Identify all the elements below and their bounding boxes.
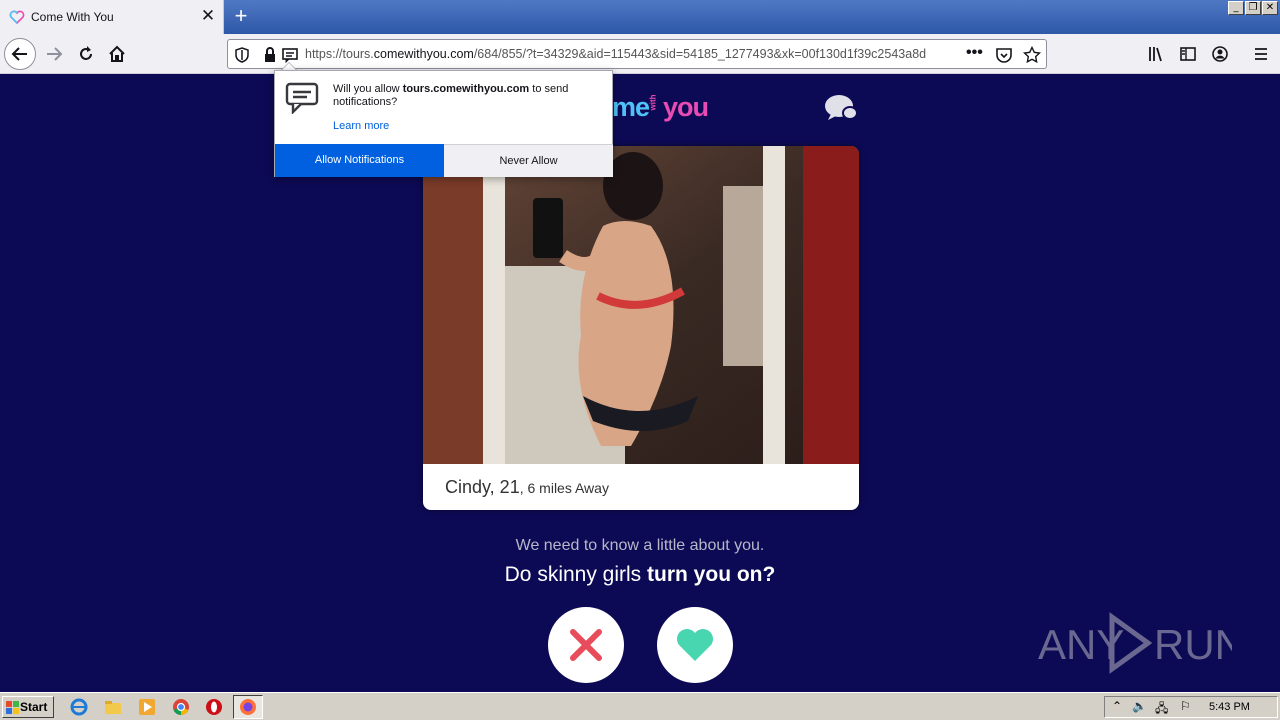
profile-photo [423, 146, 859, 464]
logo-with-text: with [648, 94, 658, 111]
page-actions-icon[interactable]: ••• [966, 44, 984, 62]
web-page: me with you Cindy, 21, 6 miles Away We n… [0, 74, 1280, 692]
windows-logo-icon [6, 701, 19, 714]
pocket-icon[interactable] [995, 46, 1013, 64]
new-tab-button[interactable]: + [230, 4, 252, 28]
speaker-icon[interactable]: 🔈 [1132, 699, 1147, 713]
logo-me-text: me [612, 92, 650, 122]
url-text: https://tours.comewithyou.com/684/855/?t… [305, 47, 927, 61]
forward-arrow-icon [47, 47, 63, 61]
learn-more-link[interactable]: Learn more [333, 120, 389, 132]
chat-bubbles-icon[interactable] [823, 92, 859, 124]
lock-icon[interactable] [261, 46, 279, 64]
notification-message: Will you allow tours.comewithyou.com to … [333, 83, 569, 108]
like-button[interactable] [657, 607, 733, 683]
clock[interactable]: 5:43 PM [1209, 701, 1250, 713]
network-icon[interactable]: 🖧 [1155, 699, 1168, 720]
never-allow-button[interactable]: Never Allow [444, 144, 613, 177]
action-center-flag-icon[interactable]: ⚐ [1180, 699, 1191, 713]
logo-you-text: you [663, 92, 709, 122]
tab-title: Come With You [31, 10, 114, 24]
library-icon[interactable] [1147, 45, 1165, 63]
start-label: Start [20, 700, 48, 714]
url-bar[interactable]: https://tours.comewithyou.com/684/855/?t… [227, 39, 1047, 69]
notification-permission-popup: Will you allow tours.comewithyou.com to … [274, 70, 613, 177]
tracking-shield-icon[interactable] [233, 46, 251, 64]
system-tray: ⌃ 🔈 🖧 ⚐ 5:43 PM [1104, 696, 1278, 718]
back-button[interactable] [4, 38, 36, 70]
reload-button[interactable] [70, 38, 102, 70]
question-text: Do skinny girls turn you on? [504, 563, 776, 586]
firefox-icon [240, 699, 256, 715]
profile-caption: Cindy, 21, 6 miles Away [445, 477, 609, 497]
profile-card[interactable]: Cindy, 21, 6 miles Away [423, 146, 859, 510]
tray-expand-icon[interactable]: ⌃ [1112, 699, 1122, 713]
opera-icon[interactable] [205, 698, 223, 716]
home-icon [109, 45, 125, 62]
window-titlebar: Come With You ✕ + _ ❐ ✕ [0, 0, 1280, 34]
hamburger-menu-icon[interactable] [1252, 45, 1270, 63]
site-logo[interactable]: me with you [612, 92, 709, 123]
internet-explorer-icon[interactable] [70, 698, 88, 716]
minimize-button[interactable]: _ [1228, 1, 1244, 15]
notification-message-icon [285, 82, 319, 114]
forward-button[interactable] [38, 38, 70, 70]
anyrun-watermark: ANY RUN [1038, 612, 1232, 674]
heart-favicon-icon [9, 10, 25, 25]
close-window-button[interactable]: ✕ [1262, 1, 1278, 15]
navigation-toolbar: https://tours.comewithyou.com/684/855/?t… [0, 34, 1280, 74]
account-icon[interactable] [1211, 45, 1229, 63]
tab-close-icon[interactable]: ✕ [199, 6, 217, 26]
tab-come-with-you[interactable]: Come With You ✕ [0, 0, 224, 34]
bookmark-star-icon[interactable] [1023, 46, 1041, 64]
chrome-icon[interactable] [172, 698, 190, 716]
reload-icon [80, 46, 92, 60]
home-button[interactable] [101, 38, 133, 70]
back-arrow-icon [11, 47, 27, 61]
x-cross-icon [570, 629, 602, 661]
dislike-button[interactable] [548, 607, 624, 683]
profile-name-age: Cindy, 21 [445, 477, 520, 497]
taskbar-firefox-button[interactable] [233, 695, 263, 719]
file-explorer-icon[interactable] [104, 698, 122, 716]
window-controls: _ ❐ ✕ [1228, 1, 1278, 15]
profile-distance: 6 miles Away [527, 480, 609, 496]
start-button[interactable]: Start [2, 696, 54, 718]
allow-notifications-button[interactable]: Allow Notifications [275, 144, 444, 177]
question-intro: We need to know a little about you. [515, 537, 765, 554]
restore-button[interactable]: ❐ [1245, 1, 1261, 15]
windows-taskbar: Start ⌃ 🔈 🖧 ⚐ 5:43 PM [0, 692, 1280, 720]
heart-icon [677, 629, 713, 661]
media-player-icon[interactable] [138, 698, 156, 716]
watermark-text-right: RUN [1154, 621, 1232, 668]
sidebar-icon[interactable] [1179, 45, 1197, 63]
